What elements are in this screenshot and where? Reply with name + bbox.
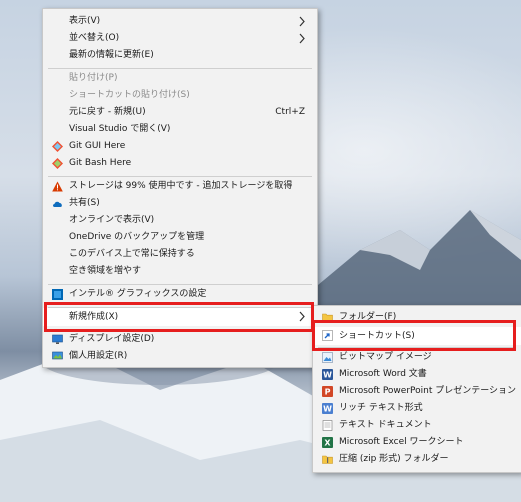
svg-text:X: X — [324, 439, 331, 448]
menu-item-label: Microsoft Word 文書 — [339, 369, 427, 379]
rich-text-icon: W — [322, 403, 333, 414]
new-submenu: フォルダー(F) ショートカット(S) ビットマップ イメージ W Micros… — [312, 305, 521, 473]
menu-item-label: 個人用設定(R) — [69, 351, 128, 361]
menu-item-refresh[interactable]: 最新の情報に更新(E) — [43, 47, 317, 64]
bitmap-image-icon — [322, 352, 333, 363]
svg-text:W: W — [323, 371, 332, 380]
submenu-item-bitmap[interactable]: ビットマップ イメージ — [313, 349, 521, 366]
zip-folder-icon — [322, 455, 333, 464]
menu-item-intel-graphics[interactable]: インテル® グラフィックスの設定 — [43, 286, 317, 303]
chevron-right-icon — [299, 311, 305, 322]
chevron-right-icon — [299, 16, 305, 27]
menu-item-label: オンラインで表示(V) — [69, 215, 155, 225]
menu-item-label: 最新の情報に更新(E) — [69, 50, 154, 60]
menu-item-label: ショートカット(S) — [339, 330, 415, 341]
menu-item-label: このデバイス上で常に保持する — [69, 249, 195, 259]
menu-item-git-gui[interactable]: Git GUI Here — [43, 138, 317, 155]
menu-item-label: フォルダー(F) — [339, 312, 397, 322]
menu-item-label: Microsoft PowerPoint プレゼンテーション — [339, 386, 517, 396]
menu-item-label: 表示(V) — [69, 16, 101, 26]
menu-item-paste-shortcut[interactable]: ショートカットの貼り付け(S) — [43, 87, 317, 104]
svg-text:P: P — [325, 388, 331, 397]
word-document-icon: W — [322, 369, 333, 380]
menu-item-label: 新規作成(X) — [69, 311, 119, 322]
menu-item-new[interactable]: 新規作成(X) — [43, 308, 317, 326]
submenu-item-folder[interactable]: フォルダー(F) — [313, 309, 521, 326]
menu-item-display-settings[interactable]: ディスプレイ設定(D) — [43, 331, 317, 348]
menu-item-label: 空き領域を増やす — [69, 266, 142, 276]
menu-item-label: テキスト ドキュメント — [339, 420, 432, 430]
excel-icon: X — [322, 437, 333, 448]
menu-item-label: 貼り付け(P) — [69, 73, 118, 83]
display-settings-icon — [52, 334, 63, 344]
onedrive-cloud-icon — [53, 201, 62, 207]
menu-item-open-visual-studio[interactable]: Visual Studio で開く(V) — [43, 121, 317, 138]
folder-icon — [322, 313, 333, 322]
menu-item-view-online[interactable]: オンラインで表示(V) — [43, 212, 317, 229]
menu-item-onedrive-backup[interactable]: OneDrive のバックアップを管理 — [43, 229, 317, 246]
menu-item-label: ショートカットの貼り付け(S) — [69, 90, 190, 100]
chevron-right-icon — [299, 33, 305, 44]
shortcut-key-label: Ctrl+Z — [275, 107, 305, 117]
git-bash-icon — [52, 158, 63, 169]
menu-item-label: インテル® グラフィックスの設定 — [69, 289, 207, 299]
personalize-icon — [52, 351, 63, 360]
menu-item-label: 共有(S) — [69, 198, 100, 208]
menu-item-undo[interactable]: 元に戻す - 新規(U) Ctrl+Z — [43, 104, 317, 121]
submenu-item-zip-folder[interactable]: 圧縮 (zip 形式) フォルダー — [313, 451, 521, 468]
submenu-item-word[interactable]: W Microsoft Word 文書 — [313, 366, 521, 383]
menu-separator — [48, 329, 312, 330]
menu-item-personalize[interactable]: 個人用設定(R) — [43, 348, 317, 365]
warning-icon — [52, 181, 63, 192]
desktop-context-menu: 表示(V) 並べ替え(O) 最新の情報に更新(E) 貼り付け(P) ショートカッ… — [42, 8, 318, 368]
menu-item-label: OneDrive のバックアップを管理 — [69, 232, 205, 242]
menu-item-storage-warning[interactable]: ストレージは 99% 使用中です - 追加ストレージを取得 — [43, 178, 317, 195]
menu-item-label: 圧縮 (zip 形式) フォルダー — [339, 454, 449, 464]
menu-item-always-keep[interactable]: このデバイス上で常に保持する — [43, 246, 317, 263]
menu-item-label: 並べ替え(O) — [69, 33, 120, 43]
submenu-item-rich-text[interactable]: W リッチ テキスト形式 — [313, 400, 521, 417]
menu-item-git-bash[interactable]: Git Bash Here — [43, 155, 317, 172]
text-document-icon — [322, 420, 333, 431]
powerpoint-icon: P — [322, 386, 333, 397]
submenu-item-excel[interactable]: X Microsoft Excel ワークシート — [313, 434, 521, 451]
menu-separator — [48, 284, 312, 285]
menu-separator — [48, 68, 312, 69]
menu-item-label: Git Bash Here — [69, 158, 132, 168]
menu-item-label: ビットマップ イメージ — [339, 352, 432, 362]
intel-graphics-icon — [52, 289, 63, 300]
git-gui-icon — [52, 141, 63, 152]
menu-item-label: ディスプレイ設定(D) — [69, 334, 155, 344]
svg-text:W: W — [323, 405, 332, 414]
submenu-item-powerpoint[interactable]: P Microsoft PowerPoint プレゼンテーション — [313, 383, 521, 400]
menu-item-paste[interactable]: 貼り付け(P) — [43, 70, 317, 87]
menu-item-label: Visual Studio で開く(V) — [69, 124, 171, 134]
menu-item-share[interactable]: 共有(S) — [43, 195, 317, 212]
menu-item-label: Microsoft Excel ワークシート — [339, 437, 464, 447]
shortcut-arrow-icon — [322, 330, 333, 341]
submenu-item-shortcut[interactable]: ショートカット(S) — [313, 327, 521, 345]
menu-separator — [318, 347, 516, 348]
menu-item-label: ストレージは 99% 使用中です - 追加ストレージを取得 — [69, 181, 293, 191]
menu-item-label: 元に戻す - 新規(U) — [69, 107, 146, 117]
menu-item-sort-by[interactable]: 並べ替え(O) — [43, 30, 317, 47]
submenu-item-text-document[interactable]: テキスト ドキュメント — [313, 417, 521, 434]
menu-separator — [48, 176, 312, 177]
menu-item-view[interactable]: 表示(V) — [43, 13, 317, 30]
menu-item-label: リッチ テキスト形式 — [339, 403, 423, 413]
menu-item-free-space[interactable]: 空き領域を増やす — [43, 263, 317, 280]
menu-item-label: Git GUI Here — [69, 141, 126, 151]
